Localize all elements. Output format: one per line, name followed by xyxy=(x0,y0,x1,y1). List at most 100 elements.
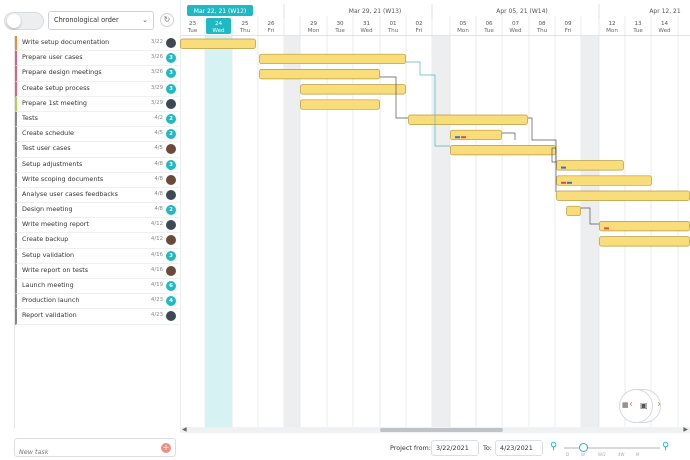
task-due-date: 3/22 xyxy=(150,39,163,45)
assignee-count-badge[interactable]: 2 xyxy=(166,129,176,140)
chevron-right-icon[interactable]: › xyxy=(657,399,661,410)
task-row[interactable]: Prepare 1st meeting 3/29 xyxy=(15,96,179,112)
task-row[interactable]: Create setup process 3/29 3 xyxy=(15,81,179,97)
day-of-week: Tue xyxy=(334,28,345,34)
task-row[interactable]: Launch meeting 4/19 6 xyxy=(15,279,179,295)
sort-order-select[interactable]: Chronological order ⌄ xyxy=(48,11,154,30)
day-of-week: Mon xyxy=(308,28,320,34)
day-number: 29 xyxy=(310,21,318,27)
task-row[interactable]: Prepare user cases 3/26 3 xyxy=(15,51,179,67)
task-bar[interactable] xyxy=(408,114,528,125)
day-number: 31 xyxy=(363,21,371,27)
task-row[interactable]: Write scoping documents 4/8 xyxy=(15,172,179,188)
add-task-icon[interactable]: + xyxy=(161,443,171,453)
task-bar[interactable] xyxy=(259,53,406,65)
assignee-count-badge[interactable]: 2 xyxy=(166,205,176,216)
scrollbar-thumb[interactable] xyxy=(380,428,503,432)
avatar[interactable] xyxy=(166,98,176,109)
task-row[interactable]: Create schedule 4/5 2 xyxy=(15,127,179,143)
avatar[interactable] xyxy=(166,189,176,200)
assignee-count-badge[interactable]: 3 xyxy=(166,83,176,94)
task-bar[interactable] xyxy=(180,38,256,49)
toggle-knob xyxy=(7,14,21,28)
scroll-left-icon[interactable]: ◀ xyxy=(182,426,187,433)
task-row[interactable]: Write setup documentation 3/22 xyxy=(15,36,179,52)
assignee-count-badge[interactable]: 2 xyxy=(166,113,176,124)
task-due-date: 4/8 xyxy=(154,206,163,213)
task-bar[interactable] xyxy=(450,129,502,141)
task-bar[interactable] xyxy=(599,221,690,232)
horizontal-scrollbar[interactable]: ◀ ▶ xyxy=(180,426,690,433)
task-row[interactable]: Write meeting report 4/12 xyxy=(15,218,179,234)
task-name: Test user cases xyxy=(22,144,71,153)
task-name: Launch meeting xyxy=(22,281,74,289)
assignee-marker xyxy=(567,181,572,184)
assignee-count-badge[interactable]: 4 xyxy=(166,296,176,307)
assignee-count-badge[interactable]: 3 xyxy=(166,250,176,261)
assignee-marker xyxy=(455,136,460,139)
avatar[interactable] xyxy=(166,235,176,246)
avatar[interactable] xyxy=(166,144,176,155)
avatar[interactable] xyxy=(166,220,176,231)
task-row[interactable]: Prepare design meetings 3/26 3 xyxy=(15,66,179,82)
task-row[interactable]: Write report on tests 4/16 xyxy=(15,263,179,279)
zoom-out-icon[interactable]: ⚲ xyxy=(550,441,562,453)
new-task-input[interactable] xyxy=(19,444,149,460)
task-row[interactable]: Test user cases 4/5 xyxy=(15,142,179,158)
avatar[interactable] xyxy=(166,265,176,276)
task-bar[interactable] xyxy=(450,145,556,156)
task-due-date: 4/19 xyxy=(150,282,163,288)
view-toggle[interactable] xyxy=(4,12,44,30)
footer-bar: Project from: 3/22/2021 To: 4/23/2021 ⚲ … xyxy=(180,436,690,460)
calendar-small-icon[interactable]: ▦ xyxy=(622,401,629,409)
gantt-canvas: 23Tue24Wed25Thu26Fri29Mon30Tue31Wed01Thu… xyxy=(180,0,690,427)
task-row[interactable]: Production launch 4/23 4 xyxy=(15,294,179,310)
task-due-date: 4/16 xyxy=(150,266,163,273)
zoom-slider-knob[interactable] xyxy=(579,443,588,452)
day-of-week: Thu xyxy=(536,28,548,34)
day-of-week: Tue xyxy=(187,28,198,34)
task-bar[interactable] xyxy=(300,84,406,95)
task-bar[interactable] xyxy=(556,160,624,171)
assignee-count-badge[interactable]: 3 xyxy=(166,68,176,79)
avatar[interactable] xyxy=(166,311,176,322)
task-row[interactable]: Design meeting 4/8 2 xyxy=(15,203,179,219)
zoom-level-label: W xyxy=(581,452,585,457)
new-task-box: + xyxy=(14,438,176,460)
task-due-date: 4/12 xyxy=(150,221,163,228)
avatar[interactable] xyxy=(166,174,176,185)
chevron-left-icon[interactable]: ‹ xyxy=(629,399,633,410)
task-name: Create setup process xyxy=(22,83,90,92)
weekend-column xyxy=(581,36,599,427)
task-bar[interactable] xyxy=(556,190,690,201)
scroll-right-icon[interactable]: ▶ xyxy=(683,426,688,433)
day-number: 30 xyxy=(336,21,344,27)
refresh-icon[interactable]: ↻ xyxy=(160,13,174,27)
assignee-count-badge[interactable]: 3 xyxy=(166,53,176,64)
day-of-week: Wed xyxy=(509,28,522,34)
task-bar[interactable] xyxy=(259,69,380,80)
assignee-marker xyxy=(561,181,566,184)
calendar-icon[interactable]: ▣ xyxy=(640,401,648,410)
project-from-input[interactable]: 3/22/2021 xyxy=(431,440,479,456)
task-row[interactable]: Report validation 4/23 xyxy=(15,309,179,325)
avatar[interactable] xyxy=(166,38,176,48)
zoom-slider[interactable] xyxy=(564,443,660,452)
zoom-in-icon[interactable]: ⚲ xyxy=(662,441,674,453)
chevron-down-icon: ⌄ xyxy=(142,16,148,24)
day-number: 08 xyxy=(538,21,546,27)
task-bar[interactable] xyxy=(599,236,690,247)
task-row[interactable]: Tests 4/2 2 xyxy=(15,111,179,128)
task-row[interactable]: Analyse user cases feedbacks 4/8 xyxy=(15,187,179,204)
task-bar[interactable] xyxy=(556,175,652,186)
task-row[interactable]: Create backup 4/12 xyxy=(15,233,179,249)
task-row[interactable]: Setup adjustments 4/8 3 xyxy=(15,157,179,173)
gantt-app: Chronological order ⌄ ↻ Write setup docu… xyxy=(0,0,690,460)
task-row[interactable]: Setup validation 4/16 3 xyxy=(15,248,179,264)
project-to-input[interactable]: 4/23/2021 xyxy=(495,440,543,456)
day-of-week: Tue xyxy=(632,28,643,34)
assignee-count-badge[interactable]: 6 xyxy=(166,281,176,291)
assignee-count-badge[interactable]: 3 xyxy=(166,159,176,170)
task-bar[interactable] xyxy=(566,205,581,217)
task-bar[interactable] xyxy=(300,99,380,110)
